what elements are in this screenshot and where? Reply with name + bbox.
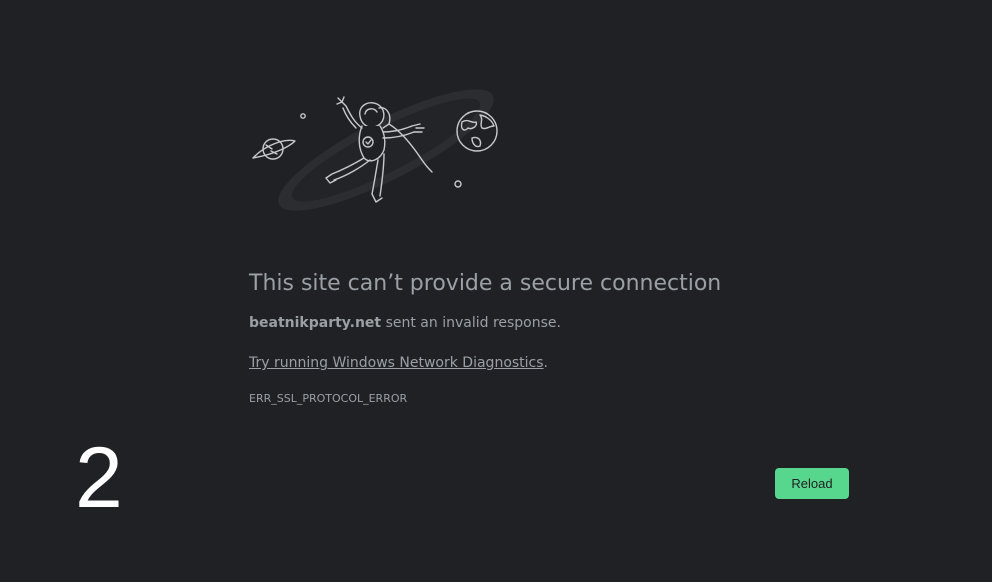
ringed-planet-icon [252,138,296,160]
astronaut-space-illustration-icon [252,89,498,211]
summary-text: sent an invalid response. [381,315,561,331]
suggestion-line: Try running Windows Network Diagnostics. [249,353,869,373]
error-summary: beatnikparty.net sent an invalid respons… [249,313,869,333]
reload-button[interactable]: Reload [775,468,849,499]
error-code: ERR_SSL_PROTOCOL_ERROR [249,392,408,405]
page-title: This site can’t provide a secure connect… [249,271,722,296]
error-content: This site can’t provide a secure connect… [249,268,869,407]
suggestion-period: . [543,355,548,371]
site-domain: beatnikparty.net [249,315,382,331]
overlay-number: 2 [75,430,123,526]
network-diagnostics-link[interactable]: Try running Windows Network Diagnostics [249,355,544,371]
